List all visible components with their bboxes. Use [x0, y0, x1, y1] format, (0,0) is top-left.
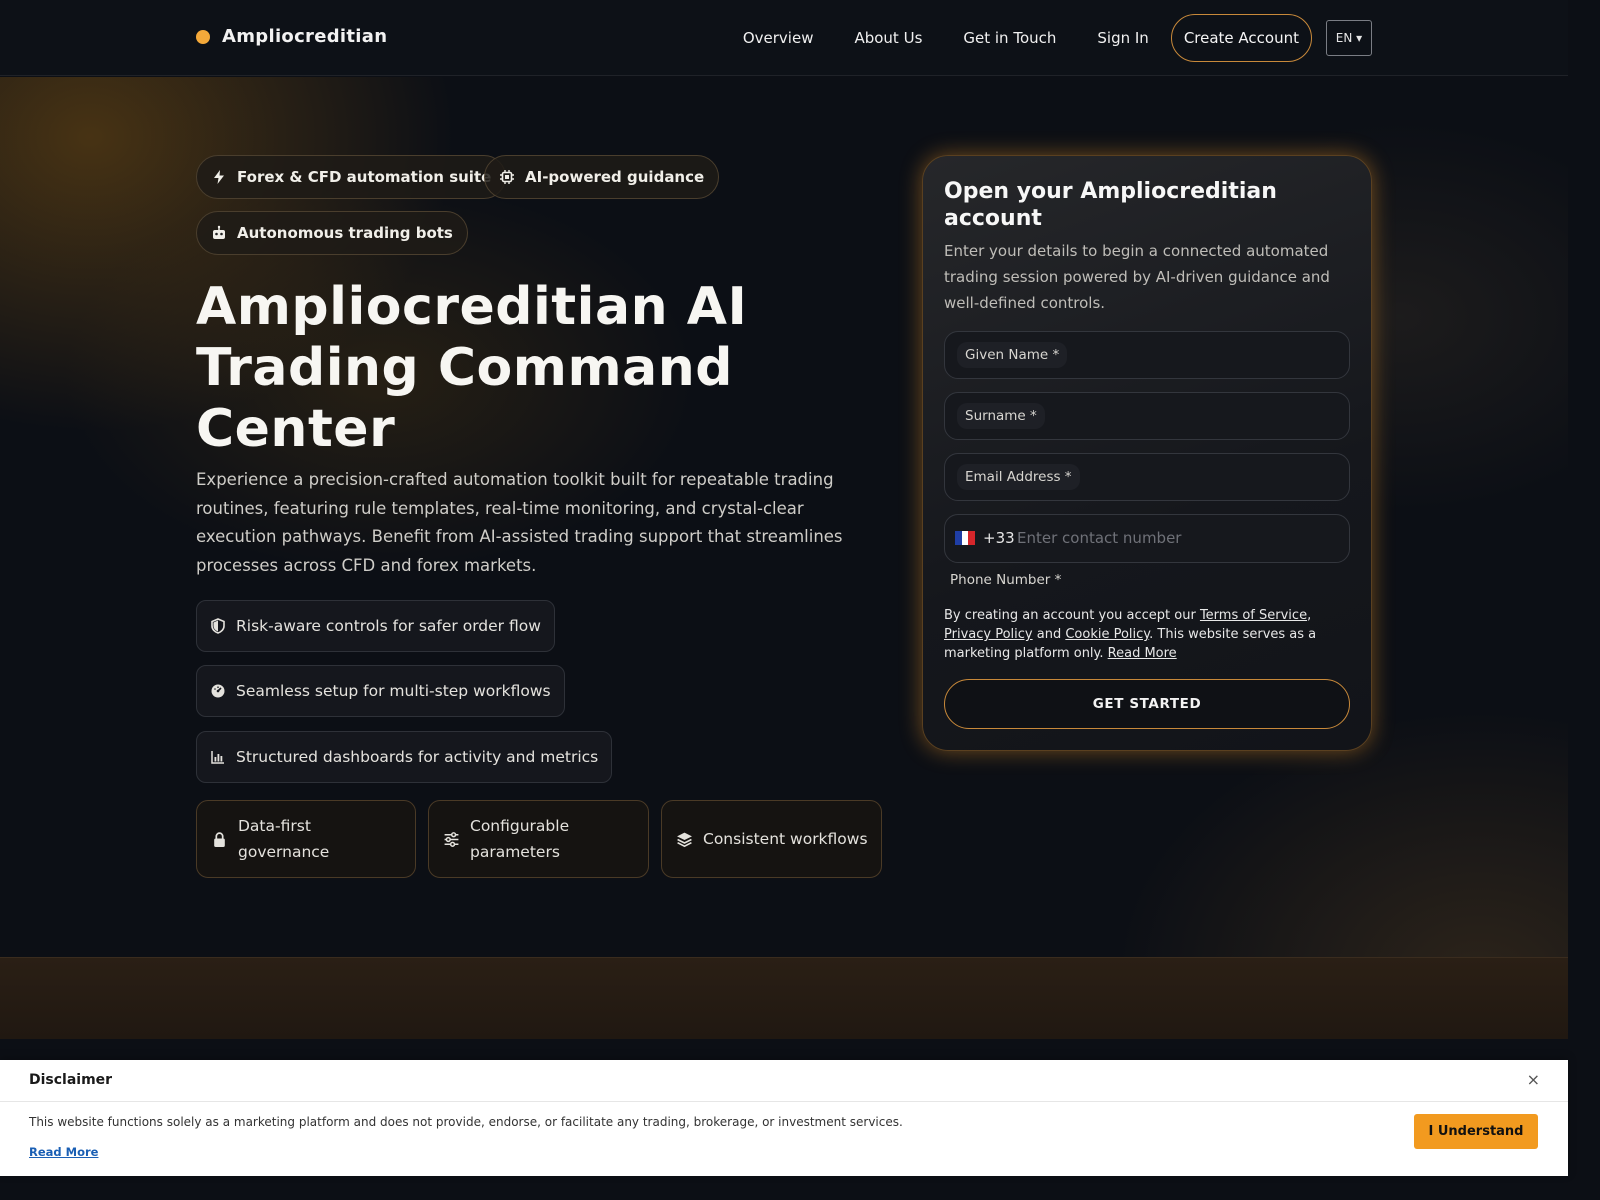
disclaimer-banner: Disclaimer × This website functions sole…	[0, 1060, 1568, 1176]
form-title: Open your Ampliocreditian account	[944, 179, 1277, 231]
bar-chart-icon	[211, 751, 224, 764]
brand-dot-icon	[196, 29, 210, 44]
pill-forex-cfd: Forex & CFD automation suite	[196, 155, 507, 199]
shield-icon	[211, 618, 225, 634]
terms-comma: ,	[1307, 608, 1312, 623]
site-header: Ampliocreditian Overview About Us Get in…	[0, 0, 1568, 76]
main-nav: Overview About Us Get in Touch Sign In C…	[743, 14, 1372, 62]
nav-about-us[interactable]: About Us	[854, 14, 922, 62]
chip-icon	[500, 170, 514, 184]
phone-country-code: +33	[983, 529, 1015, 547]
sliders-icon	[444, 831, 459, 847]
hero-description: Experience a precision-crafted automatio…	[196, 470, 843, 575]
feature-dashboards: Structured dashboards for activity and m…	[196, 731, 613, 783]
hero-title: Ampliocreditian AI Trading Command Cente…	[196, 277, 748, 459]
form-subtitle: Enter your details to begin a connected …	[944, 242, 1330, 312]
feature-label: Risk-aware controls for safer order flow	[236, 617, 541, 635]
feature-risk-controls: Risk-aware controls for safer order flow	[196, 600, 555, 652]
i-understand-button[interactable]: I Understand	[1414, 1114, 1538, 1149]
signup-form-card: Open your Ampliocreditian account Enter …	[922, 155, 1372, 751]
stat-data-governance: Data-first governance	[196, 800, 416, 878]
email-input[interactable]: Email Address *	[944, 453, 1350, 501]
terms-and: and	[1032, 627, 1066, 642]
nav-overview[interactable]: Overview	[743, 14, 814, 62]
disclaimer-header: Disclaimer ×	[0, 1060, 1568, 1102]
stat-label: Configurable parameters	[470, 817, 570, 861]
terms-text: By creating an account you accept our Te…	[944, 606, 1350, 663]
surname-input[interactable]: Surname *	[944, 392, 1350, 440]
phone-input[interactable]: +33 Enter contact number	[944, 514, 1350, 563]
stat-configurable-parameters: Configurable parameters	[428, 800, 649, 878]
nav-sign-in[interactable]: Sign In	[1097, 14, 1148, 62]
pill-label: AI-powered guidance	[525, 168, 705, 186]
language-selector[interactable]: EN ▾	[1326, 20, 1372, 56]
pill-trading-bots: Autonomous trading bots	[196, 211, 468, 255]
lock-icon	[214, 831, 225, 847]
terms-read-more-link[interactable]: Read More	[1108, 646, 1177, 661]
lightning-icon	[214, 170, 224, 184]
given-name-label: Given Name *	[957, 342, 1068, 368]
terms-prefix: By creating an account you accept our	[944, 608, 1200, 623]
france-flag-icon[interactable]	[955, 531, 976, 545]
feature-seamless-setup: Seamless setup for multi-step workflows	[196, 665, 565, 717]
nav-get-in-touch[interactable]: Get in Touch	[963, 14, 1056, 62]
feature-label: Structured dashboards for activity and m…	[236, 748, 599, 766]
disclaimer-title: Disclaimer	[29, 1072, 113, 1088]
stat-label: Consistent workflows	[703, 830, 868, 848]
create-account-button[interactable]: Create Account	[1170, 14, 1312, 62]
phone-label: Phone Number *	[950, 572, 1062, 588]
disclaimer-read-more-link[interactable]: Read More	[29, 1145, 98, 1159]
get-started-button[interactable]: GET STARTED	[944, 679, 1350, 729]
surname-label: Surname *	[957, 403, 1045, 429]
gauge-icon	[211, 684, 225, 698]
brand-logo[interactable]: Ampliocreditian	[196, 26, 387, 47]
phone-placeholder: Enter contact number	[1017, 529, 1182, 547]
terms-of-service-link[interactable]: Terms of Service	[1200, 608, 1307, 623]
stat-label: Data-first governance	[238, 817, 330, 861]
given-name-input[interactable]: Given Name *	[944, 331, 1350, 379]
pill-label: Forex & CFD automation suite	[237, 168, 492, 186]
robot-icon	[213, 225, 225, 239]
layers-icon	[677, 832, 692, 847]
feature-label: Seamless setup for multi-step workflows	[236, 682, 551, 700]
stat-consistent-workflows: Consistent workflows	[661, 800, 882, 878]
cookie-policy-link[interactable]: Cookie Policy	[1065, 627, 1149, 642]
brand-name: Ampliocreditian	[222, 26, 388, 47]
privacy-policy-link[interactable]: Privacy Policy	[944, 627, 1033, 642]
close-icon[interactable]: ×	[1527, 1070, 1540, 1089]
pill-ai-guidance: AI-powered guidance	[484, 155, 720, 199]
lower-section-band	[0, 957, 1568, 1039]
pill-label: Autonomous trading bots	[237, 224, 453, 242]
disclaimer-text: This website functions solely as a marke…	[29, 1115, 903, 1129]
email-label: Email Address *	[957, 464, 1080, 490]
